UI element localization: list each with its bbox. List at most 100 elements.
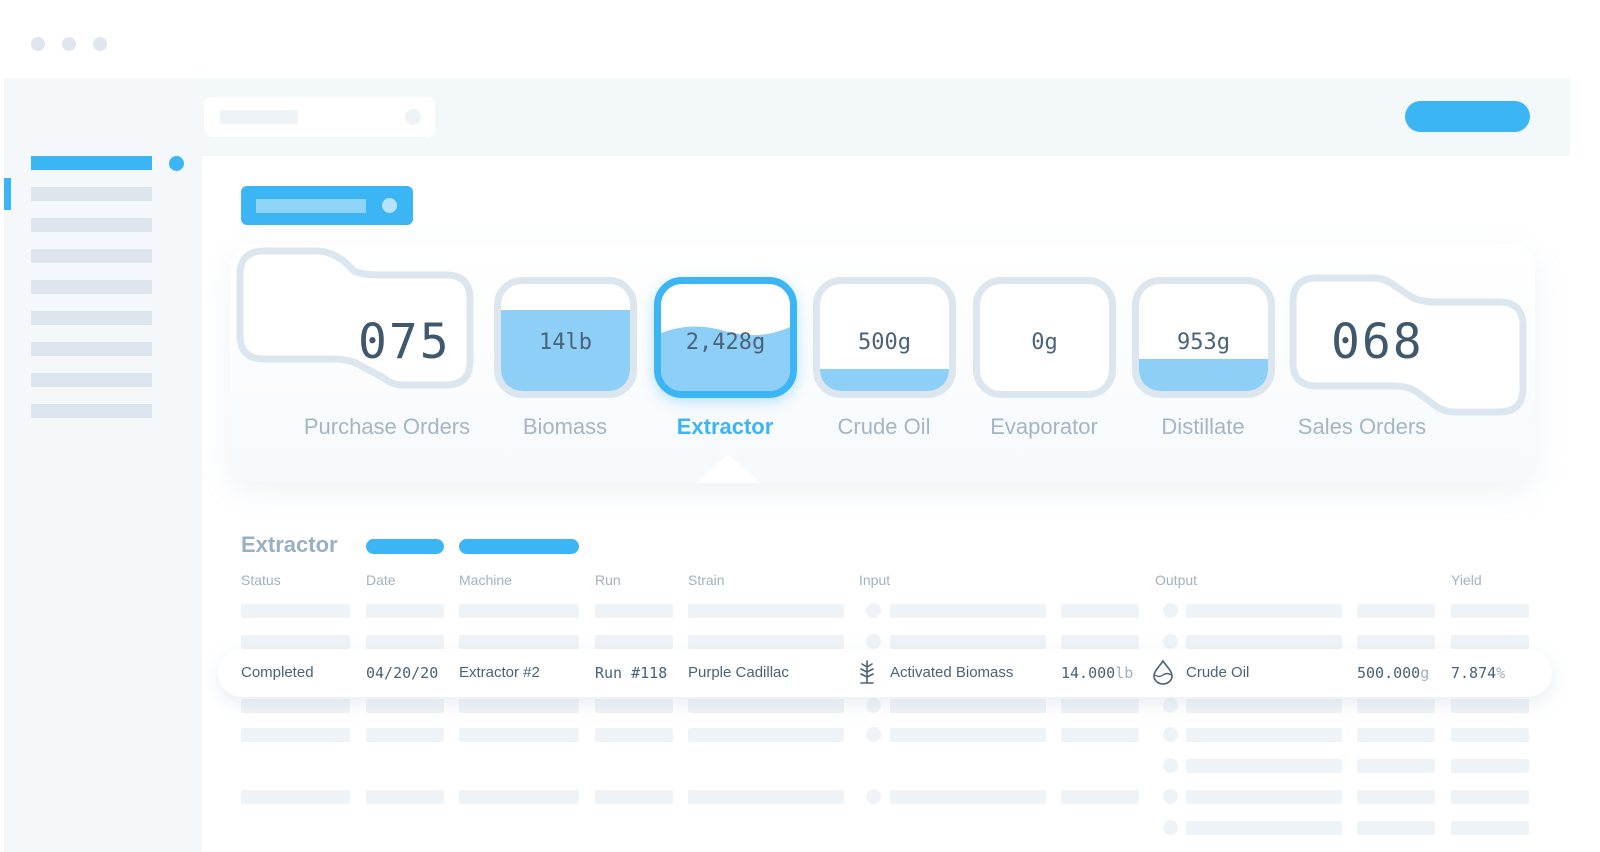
placeholder-icon (866, 698, 881, 713)
stage-label-purchase-orders[interactable]: Purchase Orders (287, 414, 487, 440)
stage-value: 0g (1031, 330, 1058, 355)
placeholder-cell (241, 790, 350, 804)
sidebar-item[interactable] (31, 311, 152, 325)
sales-orders-count: 068 (1331, 314, 1424, 370)
filter-pill[interactable] (366, 539, 444, 554)
placeholder-cell (1061, 635, 1139, 649)
stage-value: 953g (1177, 330, 1230, 355)
placeholder-cell (1451, 635, 1529, 649)
placeholder-cell (459, 699, 579, 713)
sidebar-item[interactable] (31, 218, 152, 232)
column-header-yield[interactable]: Yield (1451, 572, 1482, 588)
sidebar-item[interactable] (31, 249, 152, 263)
placeholder-cell (890, 699, 1046, 713)
placeholder-cell (688, 604, 844, 618)
button-label-placeholder (256, 199, 366, 213)
placeholder-icon (1163, 789, 1178, 804)
cell-input-name: Activated Biomass (890, 664, 1014, 681)
input-quantity-unit: lb (1115, 664, 1134, 682)
placeholder-cell (1186, 728, 1342, 742)
placeholder-cell (595, 728, 673, 742)
placeholder-cell (366, 635, 444, 649)
window-dot-minimize[interactable] (62, 37, 76, 51)
placeholder-icon (866, 634, 881, 649)
column-header-date[interactable]: Date (366, 572, 396, 588)
placeholder-cell (241, 699, 350, 713)
column-header-run[interactable]: Run (595, 572, 621, 588)
oil-drop-icon (1153, 659, 1173, 685)
placeholder-icon (1163, 698, 1178, 713)
cell-output-name: Crude Oil (1186, 664, 1250, 681)
sidebar-item[interactable] (31, 404, 152, 418)
filter-pill[interactable] (459, 539, 579, 554)
sidebar-item[interactable] (31, 373, 152, 387)
tank-fill (1139, 359, 1268, 391)
search-placeholder (220, 110, 298, 124)
placeholder-cell (890, 728, 1046, 742)
placeholder-cell (688, 635, 844, 649)
active-stage-pointer (695, 455, 761, 483)
sidebar-item[interactable] (31, 187, 152, 201)
placeholder-cell (1186, 635, 1342, 649)
column-header-input[interactable]: Input (859, 572, 890, 588)
purchase-orders-count: 075 (358, 314, 451, 370)
placeholder-cell (890, 635, 1046, 649)
cell-output-quantity: 500.000g (1357, 664, 1429, 682)
placeholder-cell (1451, 728, 1529, 742)
input-quantity-value: 14.000 (1061, 664, 1116, 682)
column-header-output[interactable]: Output (1155, 572, 1197, 588)
placeholder-cell (1186, 604, 1342, 618)
window-dot-close[interactable] (31, 37, 45, 51)
placeholder-cell (1061, 604, 1139, 618)
placeholder-cell (1186, 699, 1342, 713)
placeholder-cell (1451, 821, 1529, 835)
page-action-button[interactable] (241, 186, 413, 225)
stage-tank-distillate[interactable]: 953g (1132, 277, 1275, 398)
placeholder-cell (1451, 790, 1529, 804)
stage-tank-crude-oil[interactable]: 500g (813, 277, 956, 398)
placeholder-cell (366, 604, 444, 618)
stage-label-sales-orders[interactable]: Sales Orders (1262, 414, 1462, 440)
search-icon[interactable] (405, 109, 421, 125)
section-title: Extractor (241, 532, 338, 557)
window-dot-maximize[interactable] (93, 37, 107, 51)
yield-value: 7.874 (1451, 664, 1497, 682)
stage-tank-biomass[interactable]: 14lb (494, 277, 637, 398)
placeholder-cell (890, 604, 1046, 618)
placeholder-cell (1061, 699, 1139, 713)
cell-input-quantity: 14.000lb (1061, 664, 1133, 682)
stage-tank-extractor[interactable]: 2,428g (654, 277, 797, 398)
sidebar-item[interactable] (31, 342, 152, 356)
placeholder-cell (688, 699, 844, 713)
cell-strain: Purple Cadillac (688, 664, 789, 681)
placeholder-cell (1357, 635, 1435, 649)
placeholder-cell (1357, 790, 1435, 804)
placeholder-icon (1163, 727, 1178, 742)
placeholder-cell (241, 604, 350, 618)
placeholder-cell (1357, 604, 1435, 618)
placeholder-cell (1451, 699, 1529, 713)
placeholder-cell (241, 728, 350, 742)
placeholder-cell (1186, 759, 1342, 773)
search-input[interactable] (204, 97, 435, 137)
stage-value: 500g (858, 330, 911, 355)
column-header-machine[interactable]: Machine (459, 572, 512, 588)
cell-machine: Extractor #2 (459, 664, 540, 681)
tank-fill (820, 369, 949, 391)
top-action-button[interactable] (1405, 101, 1530, 132)
placeholder-icon (1163, 820, 1178, 835)
column-header-strain[interactable]: Strain (688, 572, 725, 588)
column-header-status[interactable]: Status (241, 572, 281, 588)
placeholder-cell (459, 604, 579, 618)
sidebar-item-active[interactable] (31, 156, 152, 170)
placeholder-icon (866, 727, 881, 742)
placeholder-cell (1186, 821, 1342, 835)
placeholder-cell (1061, 790, 1139, 804)
placeholder-cell (366, 728, 444, 742)
button-dot-icon (382, 198, 397, 213)
placeholder-icon (1163, 758, 1178, 773)
sidebar-item[interactable] (31, 280, 152, 294)
cell-run: Run #118 (595, 664, 668, 682)
stage-tank-evaporator[interactable]: 0g (973, 277, 1116, 398)
placeholder-cell (595, 635, 673, 649)
